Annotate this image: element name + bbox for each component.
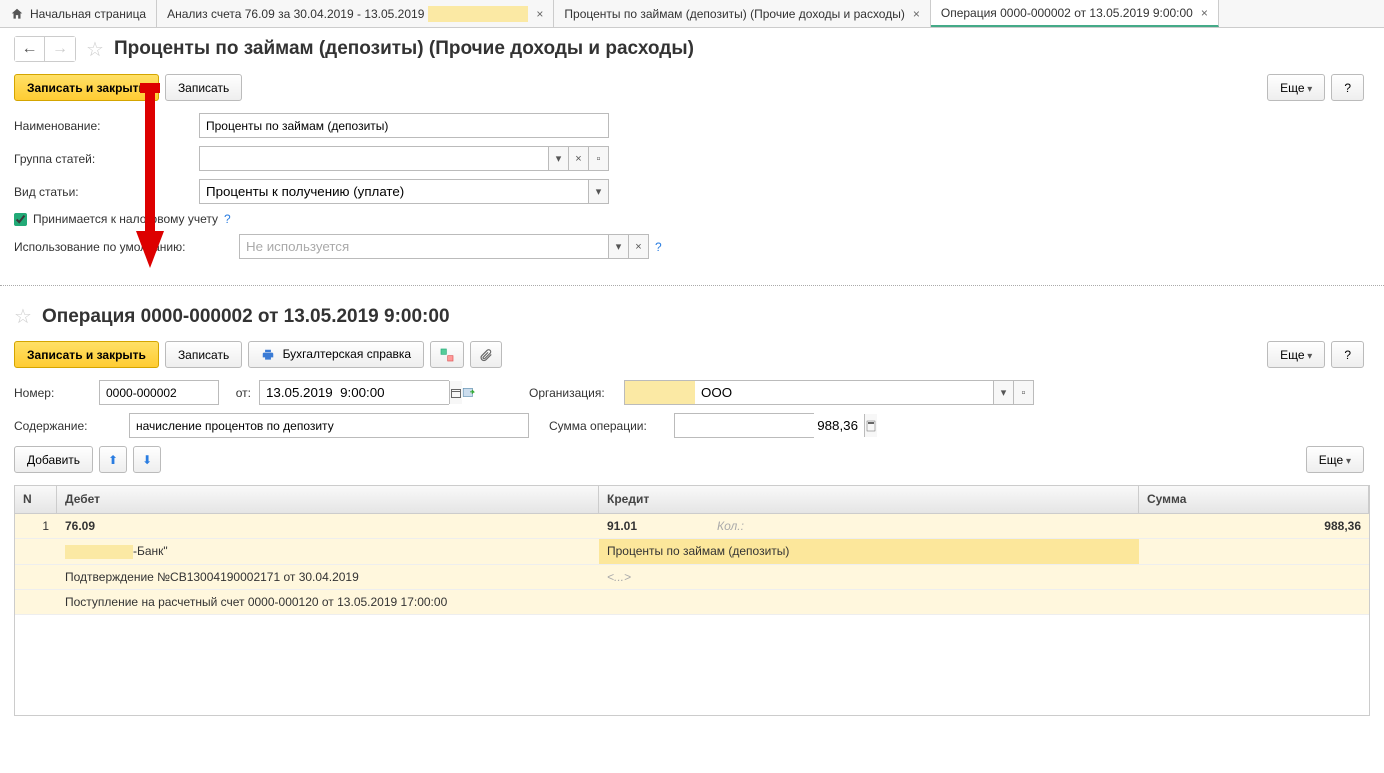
divider — [0, 285, 1384, 286]
add-button[interactable]: Добавить — [14, 446, 93, 473]
accounting-ref-button[interactable]: Бухгалтерская справка — [248, 341, 424, 368]
date-input[interactable] — [260, 381, 449, 404]
org-input[interactable] — [695, 381, 993, 404]
cell-n: 1 — [15, 514, 57, 539]
more-button[interactable]: Еще — [1267, 74, 1325, 101]
write-button-2[interactable]: Записать — [165, 341, 242, 368]
tab-label: Проценты по займам (депозиты) (Прочие до… — [564, 7, 904, 21]
nav-forward-button[interactable]: → — [45, 37, 75, 61]
table-row[interactable]: Подтверждение №СВ13004190002171 от 30.04… — [15, 565, 1369, 590]
table-row[interactable]: Поступление на расчетный счет 0000-00012… — [15, 590, 1369, 615]
kind-input[interactable] — [200, 180, 588, 203]
col-header-debit[interactable]: Дебет — [57, 486, 599, 513]
star-icon[interactable]: ☆ — [86, 37, 104, 62]
tab-interest[interactable]: Проценты по займам (депозиты) (Прочие до… — [554, 0, 930, 27]
tab-label: Начальная страница — [30, 7, 146, 21]
nav-arrows: ← → — [14, 36, 76, 62]
cell-credit-placeholder[interactable]: <...> — [599, 565, 1139, 590]
move-up-button[interactable]: ⬆ — [99, 446, 127, 473]
open-button[interactable]: ▫ — [588, 147, 608, 170]
cell-credit-desc[interactable]: Проценты по займам (депозиты) — [599, 539, 1139, 565]
dropdown-button[interactable]: ▾ — [588, 180, 608, 203]
label-number: Номер: — [14, 386, 99, 400]
write-button[interactable]: Записать — [165, 74, 242, 101]
dt-kt-button[interactable] — [430, 341, 464, 368]
clear-button[interactable]: × — [568, 147, 588, 170]
entries-grid: N Дебет Кредит Сумма 1 76.09 91.01 Кол.:… — [14, 485, 1370, 716]
tab-home[interactable]: Начальная страница — [0, 0, 157, 27]
clear-button[interactable]: × — [628, 235, 648, 258]
tax-checkbox[interactable] — [14, 213, 27, 226]
opsum-input[interactable] — [675, 414, 864, 437]
cell-debit-receipt[interactable]: Поступление на расчетный счет 0000-00012… — [57, 590, 599, 615]
tab-analysis[interactable]: Анализ счета 76.09 за 30.04.2019 - 13.05… — [157, 0, 554, 27]
table-row[interactable]: -Банк" Проценты по займам (депозиты) — [15, 539, 1369, 565]
label-group: Группа статей: — [14, 152, 199, 166]
more-button-2[interactable]: Еще — [1267, 341, 1325, 368]
cell-debit-bank[interactable]: -Банк" — [57, 539, 599, 565]
close-icon[interactable]: × — [1201, 6, 1208, 20]
page-title: Проценты по займам (депозиты) (Прочие до… — [114, 38, 694, 60]
label-content: Содержание: — [14, 419, 129, 433]
label-org: Организация: — [529, 386, 624, 400]
redacted-block — [65, 545, 133, 559]
dropdown-button[interactable]: ▾ — [548, 147, 568, 170]
dropdown-button[interactable]: ▾ — [608, 235, 628, 258]
cell-credit-acct[interactable]: 91.01 — [599, 514, 709, 539]
more-button-3[interactable]: Еще — [1306, 446, 1364, 473]
help-button-2[interactable]: ? — [1331, 341, 1364, 368]
number-input[interactable] — [99, 380, 219, 405]
label-opsum: Сумма операции: — [549, 419, 674, 433]
label-name: Наименование: — [14, 119, 199, 133]
group-input[interactable] — [200, 147, 548, 170]
label-tax: Принимается к налоговому учету — [33, 212, 218, 226]
cell-debit-conf[interactable]: Подтверждение №СВ13004190002171 от 30.04… — [57, 565, 599, 590]
attachment-button[interactable] — [470, 341, 502, 368]
label-from: от: — [219, 386, 259, 400]
redacted-block — [625, 381, 695, 404]
cell-sum: 988,36 — [1139, 514, 1369, 539]
help-icon[interactable]: ? — [655, 240, 662, 254]
help-icon[interactable]: ? — [224, 212, 231, 226]
printer-icon — [261, 348, 275, 362]
redacted-block — [428, 6, 528, 22]
help-button[interactable]: ? — [1331, 74, 1364, 101]
calculator-button[interactable] — [864, 414, 877, 437]
open-button[interactable]: ▫ — [1013, 381, 1033, 404]
star-icon[interactable]: ☆ — [14, 304, 32, 329]
write-close-button-2[interactable]: Записать и закрыть — [14, 341, 159, 368]
nav-back-button[interactable]: ← — [15, 37, 45, 61]
table-row[interactable]: 1 76.09 91.01 Кол.: 988,36 — [15, 514, 1369, 539]
tab-label: Операция 0000-000002 от 13.05.2019 9:00:… — [941, 6, 1193, 20]
move-down-button[interactable]: ⬇ — [133, 446, 161, 473]
default-input[interactable] — [240, 235, 608, 258]
cell-qty: Кол.: — [709, 514, 1139, 539]
cell-debit-acct[interactable]: 76.09 — [57, 514, 237, 539]
col-header-sum[interactable]: Сумма — [1139, 486, 1369, 513]
tab-operation[interactable]: Операция 0000-000002 от 13.05.2019 9:00:… — [931, 0, 1219, 27]
close-icon[interactable]: × — [913, 7, 920, 21]
content-input[interactable] — [129, 413, 529, 438]
calendar-icon[interactable] — [461, 386, 477, 400]
name-input[interactable] — [199, 113, 609, 138]
tab-bar: Начальная страница Анализ счета 76.09 за… — [0, 0, 1384, 28]
col-header-n[interactable]: N — [15, 486, 57, 513]
col-header-credit[interactable]: Кредит — [599, 486, 1139, 513]
tab-label: Анализ счета 76.09 за 30.04.2019 - 13.05… — [167, 7, 424, 21]
close-icon[interactable]: × — [536, 7, 543, 21]
dropdown-button[interactable]: ▾ — [993, 381, 1013, 404]
home-icon — [10, 7, 24, 21]
page-title-2: Операция 0000-000002 от 13.05.2019 9:00:… — [42, 306, 450, 328]
write-close-button[interactable]: Записать и закрыть — [14, 74, 159, 101]
label-kind: Вид статьи: — [14, 185, 199, 199]
label-default: Использование по умолчанию: — [14, 240, 239, 254]
